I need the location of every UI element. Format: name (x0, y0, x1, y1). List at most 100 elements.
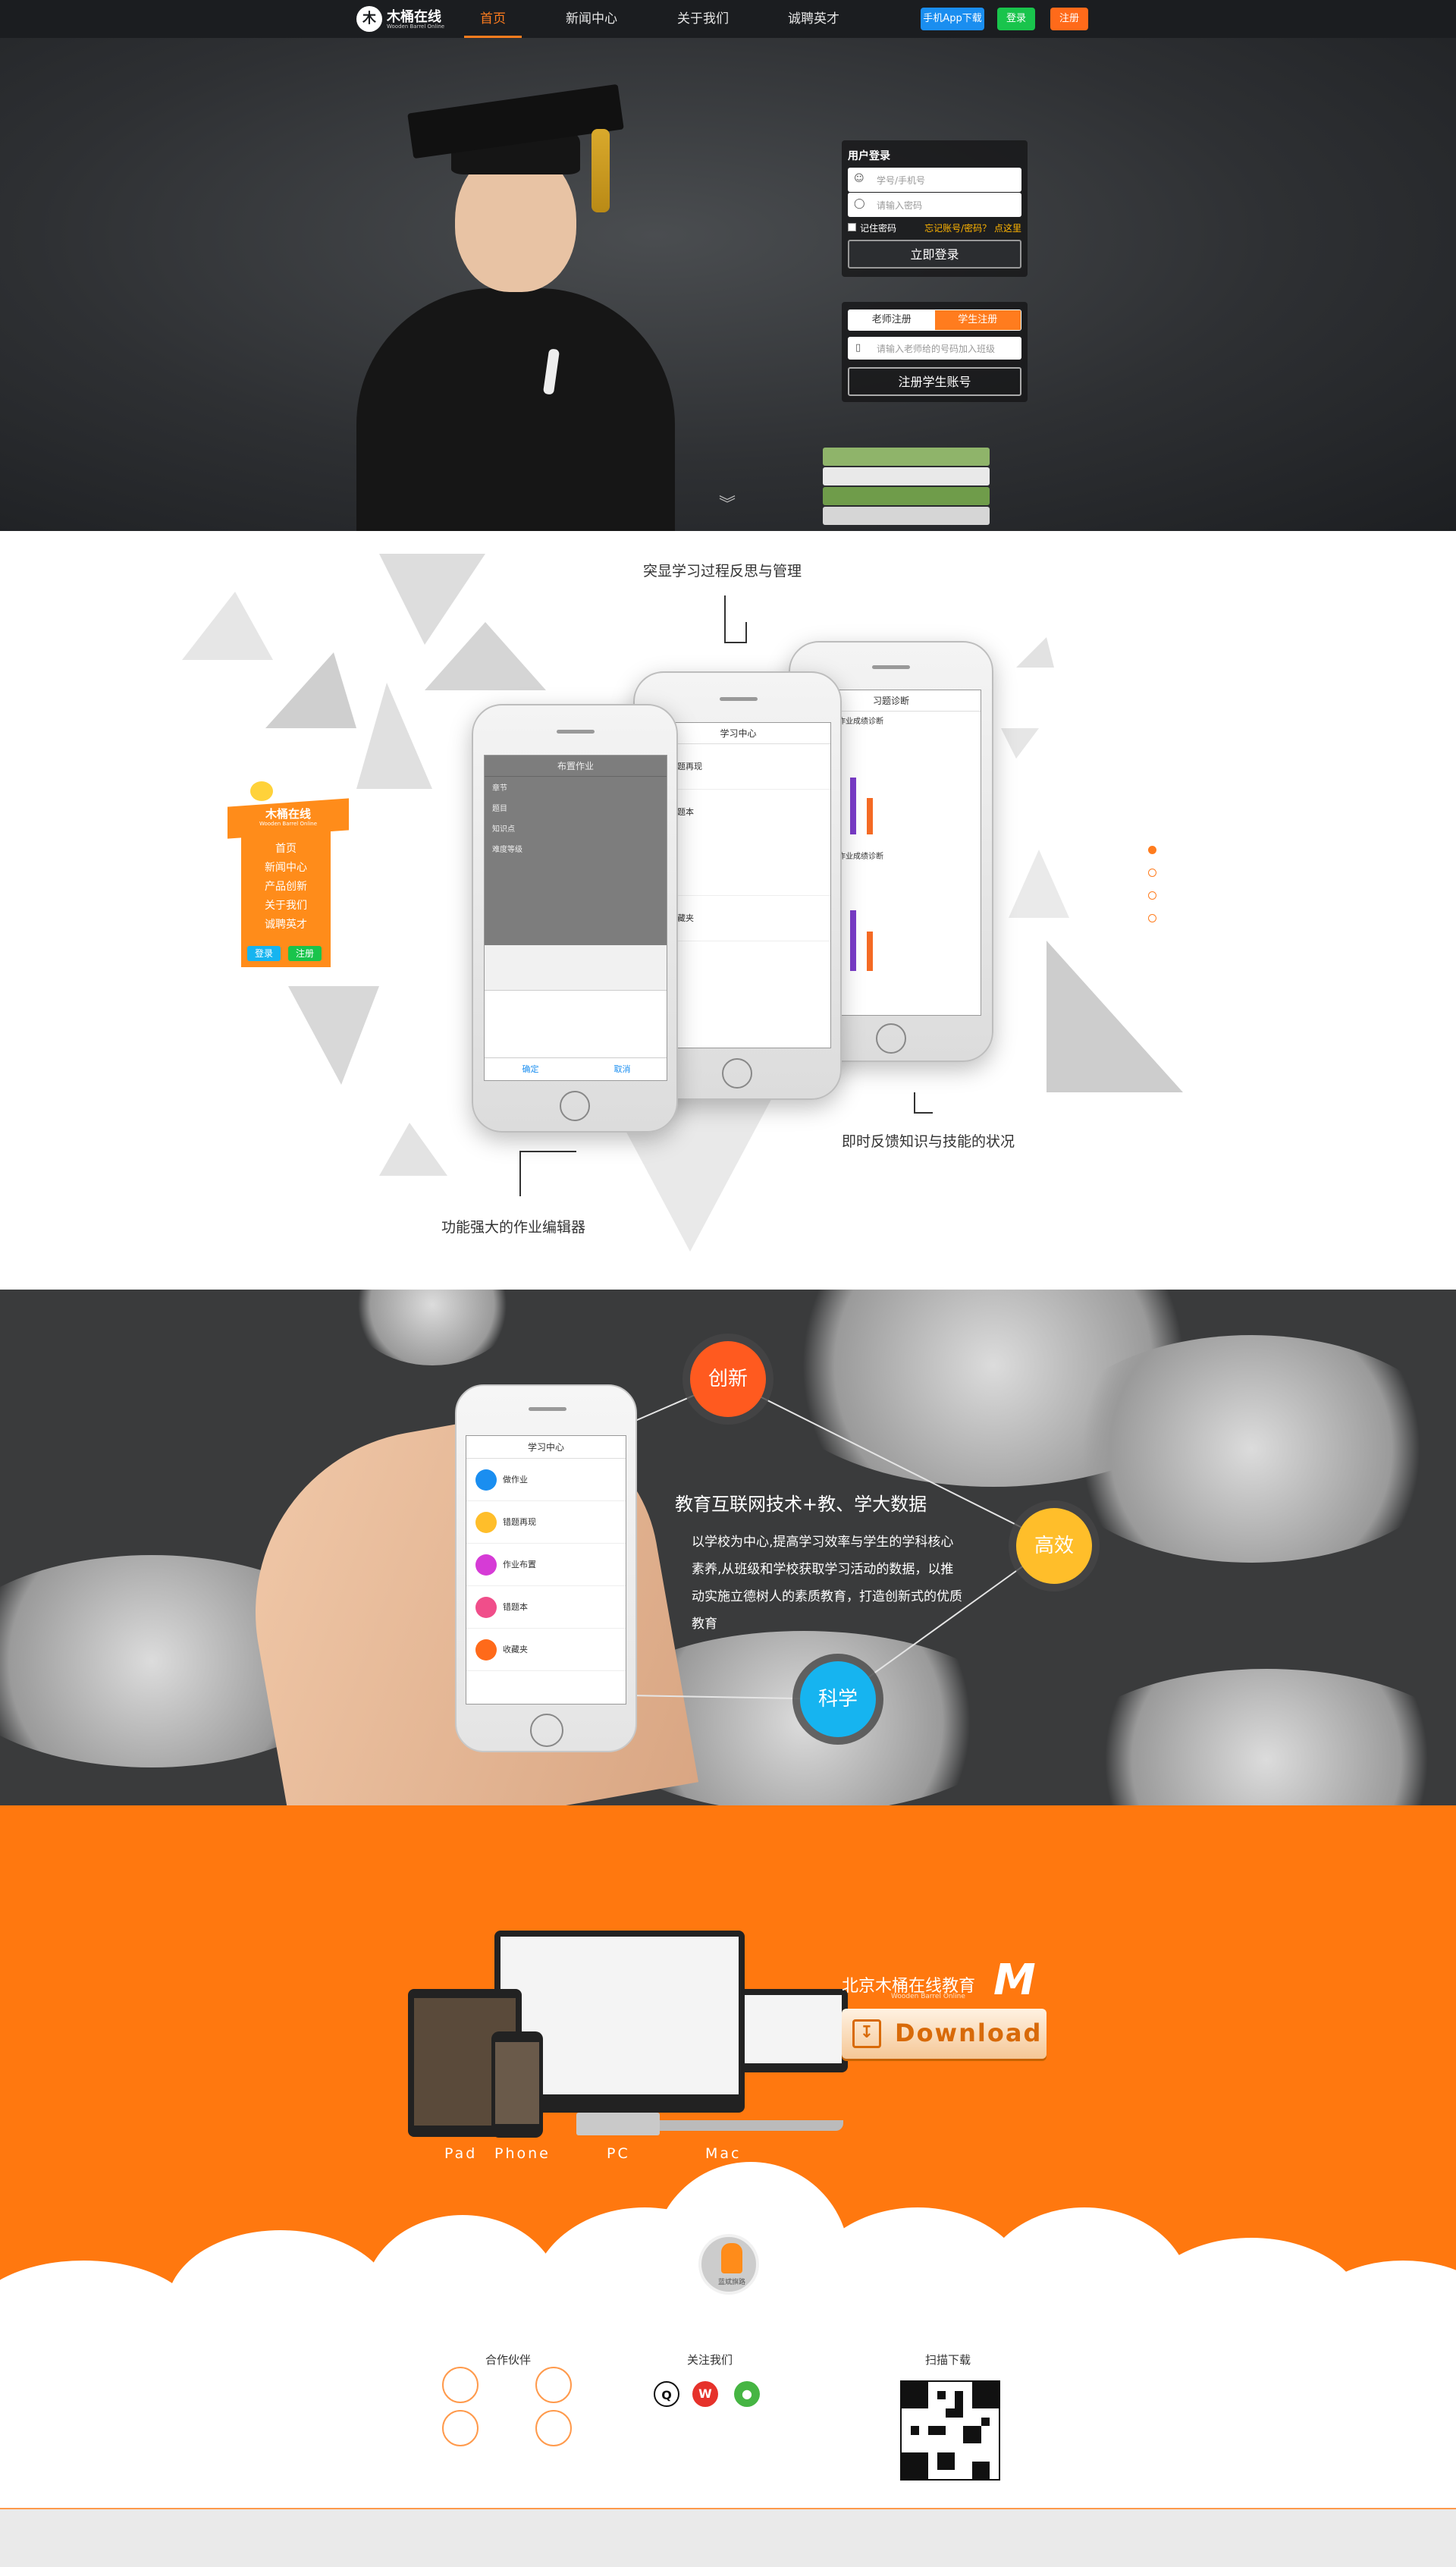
download-button-label: Download (895, 2019, 1043, 2047)
label-mac: Mac (705, 2145, 742, 2162)
side-nav-item-home[interactable]: 首页 (241, 840, 331, 856)
username-placeholder: 学号/手机号 (877, 175, 926, 186)
wechat-icon[interactable]: ● (734, 2381, 760, 2407)
list-item[interactable]: 错题再现 (466, 1501, 626, 1544)
decor-triangle (356, 683, 432, 789)
decor-triangle (182, 592, 273, 660)
partners-heading: 合作伙伴 (485, 2353, 532, 2367)
list-item[interactable]: 收藏夹 (466, 1629, 626, 1671)
side-nav-subtitle: Wooden Barrel Online (259, 821, 318, 827)
login-submit-button[interactable]: 立即登录 (848, 240, 1021, 269)
pager-dot[interactable] (1148, 891, 1156, 900)
math-keyboard[interactable] (485, 945, 667, 991)
follow-heading: 关注我们 (687, 2353, 733, 2367)
decor-triangle (1009, 850, 1069, 918)
nav-item-about[interactable]: 关于我们 (669, 0, 737, 38)
hand-phone-mockup: 学习中心 做作业 错题再现 作业布置 错题本 收藏夹 (455, 1384, 637, 1752)
side-nav-item-news[interactable]: 新闻中心 (241, 859, 331, 875)
app-download-button[interactable]: 手机App下载 (921, 8, 984, 30)
partner-logo[interactable] (535, 2410, 572, 2446)
pager-dot[interactable] (1148, 869, 1156, 877)
footer (0, 2291, 1456, 2511)
innovation-circle: 创新 (690, 1341, 766, 1417)
decor-triangle (288, 986, 379, 1085)
hero-books-image (823, 448, 990, 531)
hand-phone-title: 学习中心 (466, 1436, 626, 1459)
lock-icon: ◯ (854, 198, 865, 209)
weibo-icon[interactable]: W (692, 2381, 718, 2407)
remember-checkbox[interactable] (848, 223, 856, 231)
login-title: 用户登录 (848, 150, 890, 162)
caption-feedback: 即时反馈知识与技能的状况 (842, 1133, 1015, 1150)
pager-dot[interactable] (1148, 846, 1156, 854)
connector-line (519, 1151, 576, 1152)
register-panel: 老师注册 学生注册 ▯ 请输入老师给的号码加入班级 注册学生账号 (842, 302, 1028, 402)
partner-logo[interactable] (535, 2367, 572, 2403)
register-student-button[interactable]: 注册学生账号 (848, 367, 1021, 396)
editor-field-knowledge[interactable]: 知识点 (485, 818, 667, 838)
site-logo[interactable]: 木 木桶在线 Wooden Barrel Online (356, 5, 444, 33)
mascot-caption: 蓝斌旗路 (717, 2279, 745, 2286)
register-tabs: 老师注册 学生注册 (848, 309, 1021, 331)
qq-icon[interactable]: Q (654, 2381, 679, 2407)
home-button-icon (876, 1023, 906, 1054)
edit-icon (475, 1597, 497, 1618)
side-nav-widget: 木桶在线 Wooden Barrel Online 首页 新闻中心 产品创新 关… (228, 789, 349, 971)
bottom-bar (0, 2508, 1456, 2567)
top-nav: 木 木桶在线 Wooden Barrel Online 首页 新闻中心 关于我们… (0, 0, 1456, 38)
nav-item-home[interactable]: 首页 (464, 0, 522, 38)
mac-device-image (726, 1989, 848, 2072)
decor-triangle (1001, 728, 1039, 759)
nav-item-news[interactable]: 新闻中心 (557, 0, 626, 38)
caption-reflection: 突显学习过程反思与管理 (643, 563, 802, 580)
nav-register-button[interactable]: 注册 (1050, 8, 1088, 30)
list-item[interactable]: 作业布置 (466, 1544, 626, 1586)
partner-logo[interactable] (442, 2410, 479, 2446)
nav-login-button[interactable]: 登录 (997, 8, 1035, 30)
page: 木 木桶在线 Wooden Barrel Online 首页 新闻中心 关于我们… (0, 0, 1456, 2567)
class-code-field[interactable]: ▯ 请输入老师给的号码加入班级 (848, 337, 1021, 360)
decor-triangle (265, 652, 356, 728)
side-nav-login-button[interactable]: 登录 (247, 946, 281, 961)
editor-field-chapter[interactable]: 章节 (485, 777, 667, 797)
side-nav-item-products[interactable]: 产品创新 (241, 878, 331, 894)
editor-field-difficulty[interactable]: 难度等级 (485, 838, 667, 859)
side-nav-item-about[interactable]: 关于我们 (241, 897, 331, 913)
user-icon: ☺ (854, 173, 864, 184)
editor-cancel-button[interactable]: 取消 (576, 1058, 667, 1080)
home-button-icon (530, 1714, 563, 1747)
hero-photo-tassel (592, 129, 610, 212)
connector-line (724, 595, 747, 643)
side-nav-item-careers[interactable]: 诚聘英才 (241, 916, 331, 932)
partner-logo[interactable] (442, 2367, 479, 2403)
editor-confirm-button[interactable]: 确定 (485, 1058, 576, 1080)
list-item[interactable]: 错题本 (466, 1586, 626, 1629)
nav-item-careers[interactable]: 诚聘英才 (780, 0, 848, 38)
homework-editor-screen: 布置作业 章节 题目 知识点 难度等级 确定 取消 (484, 755, 667, 1081)
folder-icon (475, 1512, 497, 1533)
tab-student-register[interactable]: 学生注册 (934, 310, 1021, 330)
pager-dot[interactable] (1148, 914, 1156, 922)
phone-device-image (491, 2031, 543, 2138)
list-item[interactable]: 做作业 (466, 1459, 626, 1501)
tab-teacher-register[interactable]: 老师注册 (849, 310, 935, 330)
logo-mark-icon: 木 (356, 6, 382, 32)
password-field[interactable]: ◯ 请输入密码 (848, 193, 1021, 217)
hero-photo-gown (356, 288, 675, 531)
brand-subtitle: Wooden Barrel Online (891, 1993, 965, 2000)
pencil-icon (475, 1469, 497, 1491)
logo-subtitle: Wooden Barrel Online (387, 24, 445, 30)
forgot-link[interactable]: 忘记账号/密码？ 点这里 (924, 222, 1021, 234)
username-field[interactable]: ☺ 学号/手机号 (848, 168, 1021, 192)
download-icon: ↧ (852, 2019, 881, 2048)
side-nav-title: 木桶在线 (265, 807, 311, 821)
tech-description: 以学校为中心,提高学习效率与学生的学科核心素养,从班级和学校获取学习活动的数据，… (692, 1535, 962, 1632)
science-circle: 科学 (800, 1661, 876, 1737)
scroll-down-icon[interactable]: ︾ (719, 497, 736, 514)
download-button[interactable]: ↧ Download (842, 2009, 1046, 2059)
connector-line (519, 1151, 521, 1196)
editor-field-question[interactable]: 题目 (485, 797, 667, 818)
home-button-icon (560, 1091, 590, 1121)
side-nav-register-button[interactable]: 注册 (288, 946, 322, 961)
editor-title: 布置作业 (485, 756, 667, 777)
